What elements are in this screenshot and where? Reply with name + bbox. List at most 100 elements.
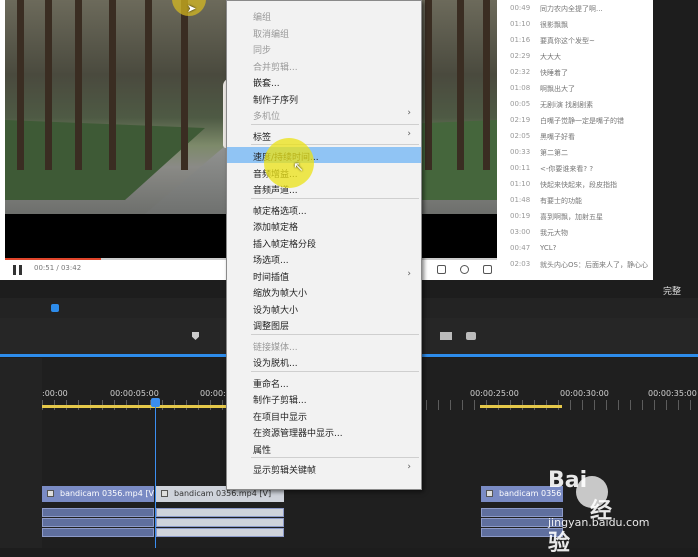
menu-item-label: 设为脱机... — [253, 359, 298, 369]
menu-item-17[interactable]: 缩放为帧大小 — [227, 283, 421, 299]
comment-row[interactable]: 01:16 要真你这个发型~ — [500, 32, 653, 48]
comment-text: 大大大 — [540, 53, 561, 61]
video-tree — [483, 0, 490, 170]
menu-item-label: 缩放为帧大小 — [253, 289, 308, 299]
menu-item-label: 设为帧大小 — [253, 305, 299, 316]
menu-item-8[interactable]: 标签 › — [227, 127, 421, 143]
comment-time: 00:47 — [510, 244, 531, 252]
comment-row[interactable]: 02:29 大大大 — [500, 48, 653, 64]
playhead-line[interactable] — [155, 400, 156, 548]
pause-icon[interactable] — [13, 265, 22, 275]
watermark-url: jingyan.baidu.com — [548, 516, 650, 529]
timecode-30: 00:00:30:00 — [560, 389, 609, 398]
timecode-0: :00:00 — [42, 389, 68, 398]
comment-text: 无剧i演 找剧剧素 — [540, 101, 594, 109]
comment-time: 02:05 — [510, 132, 531, 140]
menu-item-label: 属性 — [253, 445, 272, 456]
comment-text: 就头内心OS：后面来人了，静心心 — [540, 261, 648, 269]
source-playhead[interactable] — [51, 304, 59, 312]
menu-item-14[interactable]: 插入帧定格分段 — [227, 234, 421, 250]
audio-clip[interactable] — [42, 528, 154, 537]
settings-icon[interactable] — [460, 265, 469, 274]
menu-item-10[interactable]: 音频增益... — [227, 164, 421, 180]
menu-item-label: 同步 — [253, 46, 272, 56]
chevron-right-icon: › — [407, 108, 411, 118]
comment-time: 02:19 — [510, 116, 531, 124]
comment-row[interactable]: 02:05 黑嘴子好看 — [500, 128, 653, 144]
menu-item-16[interactable]: 时间插值 › — [227, 267, 421, 283]
audio-clip-selected[interactable] — [156, 518, 284, 527]
comment-time: 01:08 — [510, 84, 531, 92]
menu-item-label: 时间插值 — [253, 272, 290, 283]
menu-item-12[interactable]: 帧定格选项... — [227, 201, 421, 217]
comment-time: 01:48 — [510, 196, 531, 204]
menu-separator — [251, 333, 419, 335]
menu-item-24[interactable]: 在项目中显示 — [227, 407, 421, 423]
audio-clip[interactable] — [42, 518, 154, 527]
comment-row[interactable]: 02:32 快睡着了 — [500, 64, 653, 80]
menu-item-6[interactable]: 制作子序列 — [227, 90, 421, 106]
audio-clip[interactable] — [42, 508, 154, 517]
comment-row[interactable]: 00:19 喜到啊飘，加射五星 — [500, 208, 653, 224]
fullscreen-icon[interactable] — [483, 265, 492, 274]
audio-clip-selected[interactable] — [156, 528, 284, 537]
menu-item-18[interactable]: 设为帧大小 — [227, 300, 421, 316]
pointer-icon: ➤ — [187, 2, 197, 15]
menu-item-2: 取消编组 — [227, 24, 421, 40]
comment-row[interactable]: 00:47 YCL? — [500, 240, 653, 256]
menu-item-27[interactable]: 显示剪辑关键帧 › — [227, 460, 421, 476]
work-area-bar — [480, 405, 562, 408]
menu-item-25[interactable]: 在资源管理器中显示... — [227, 423, 421, 439]
menu-item-15[interactable]: 场选项... — [227, 250, 421, 266]
video-tree — [145, 0, 152, 170]
comment-time: 03:00 — [510, 228, 531, 236]
chevron-right-icon: › — [407, 128, 411, 139]
menu-item-13[interactable]: 添加帧定格 — [227, 217, 421, 233]
player-time: 00:51 / 03:42 — [34, 264, 82, 272]
loop-icon[interactable] — [437, 265, 446, 274]
menu-item-26[interactable]: 属性 — [227, 440, 421, 456]
menu-item-5[interactable]: 嵌套... — [227, 73, 421, 89]
comment-row[interactable]: 01:48 有要士的功能 — [500, 192, 653, 208]
comment-row[interactable]: 03:00 我元大物 — [500, 224, 653, 240]
menu-item-21[interactable]: 设为脱机... — [227, 353, 421, 369]
menu-item-4: 合并剪辑... — [227, 57, 421, 73]
comment-row[interactable]: 01:08 啊飘出大了 — [500, 80, 653, 96]
menu-item-7: 多机位 › — [227, 106, 421, 122]
menu-separator — [251, 370, 419, 372]
menu-item-11[interactable]: 音频声道... — [227, 180, 421, 196]
comment-time: 00:19 — [510, 212, 531, 220]
marker-icon[interactable] — [192, 332, 199, 340]
video-tree — [45, 0, 52, 170]
comment-row[interactable]: 00:11 <-你要谁来看? ? — [500, 160, 653, 176]
comment-text: 啊飘出大了 — [540, 85, 575, 93]
camera-icon[interactable] — [466, 332, 476, 340]
comment-row[interactable]: 01:10 快起来快起来，段皮指指 — [500, 176, 653, 192]
video-clip[interactable]: bandicam 0356.mp4 [V] — [42, 486, 154, 502]
video-tree — [457, 0, 464, 170]
menu-item-label: 在项目中显示 — [253, 412, 308, 423]
comment-time: 00:05 — [510, 100, 531, 108]
fx-icon — [486, 490, 493, 497]
menu-item-label: 调整图层 — [253, 322, 290, 332]
comment-row[interactable]: 02:19 白嘴子觉静一定是嘴子的错 — [500, 112, 653, 128]
comment-row[interactable]: 02:03 就头内心OS：后面来人了，静心心 — [500, 256, 653, 272]
menu-item-label: 多机位 — [253, 112, 281, 122]
comment-row[interactable]: 00:05 无剧i演 找剧剧素 — [500, 96, 653, 112]
export-frame-icon[interactable] — [440, 332, 452, 340]
audio-clip-selected[interactable] — [156, 508, 284, 517]
comment-text: 喜到啊飘，加射五星 — [540, 213, 603, 221]
comment-row[interactable]: 00:33 第二第二 — [500, 144, 653, 160]
menu-item-23[interactable]: 制作子剪辑... — [227, 390, 421, 406]
menu-item-label: 合并剪辑... — [253, 62, 298, 73]
menu-item-label: 添加帧定格 — [253, 223, 299, 233]
menu-item-19[interactable]: 调整图层 — [227, 316, 421, 332]
chevron-right-icon: › — [407, 462, 411, 472]
comment-row[interactable]: 00:49 同力农内全提了啊... — [500, 0, 653, 16]
comment-list[interactable]: 00:49 同力农内全提了啊... 01:10 很影飘飘 01:16 要真你这个发型~ 02… — [500, 0, 653, 280]
chevron-right-icon: › — [407, 268, 411, 279]
menu-item-9[interactable]: 速度/持续时间... — [227, 147, 421, 163]
menu-item-label: 制作子剪辑... — [253, 396, 307, 406]
menu-item-22[interactable]: 重命名... — [227, 374, 421, 390]
comment-row[interactable]: 01:10 很影飘飘 — [500, 16, 653, 32]
